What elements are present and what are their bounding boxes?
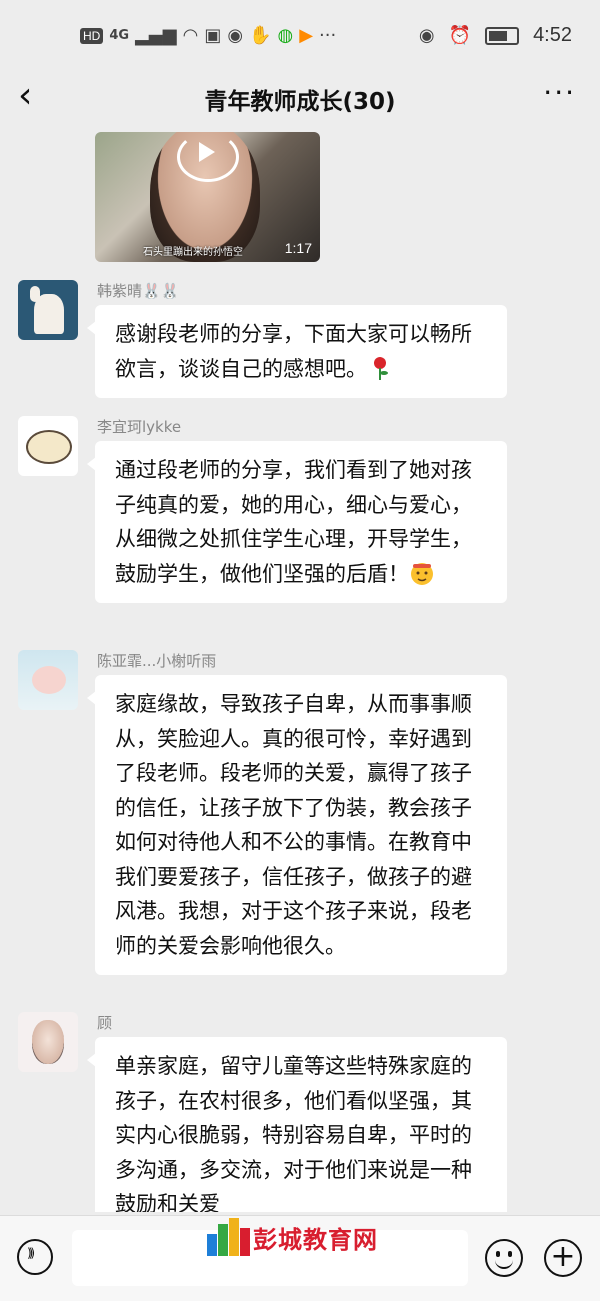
sender-name: 韩紫晴🐰🐰 — [97, 282, 180, 300]
avatar[interactable] — [18, 650, 78, 710]
more-notifications-icon: ··· — [319, 25, 337, 46]
salute-emoji-icon — [411, 562, 433, 585]
hd-badge: HD — [80, 28, 104, 44]
hand-icon: ✋ — [249, 25, 272, 46]
smiley-icon[interactable] — [485, 1239, 523, 1277]
watermark-logo: 彭城教育网 — [205, 1212, 405, 1262]
battery-icon — [485, 26, 520, 45]
sender-name: 顾 — [97, 1014, 113, 1032]
chat-history[interactable]: 石头里蹦出来的孙悟空 1:17 韩紫晴🐰🐰 感谢段老师的分享，下面大家可以畅所欲… — [0, 132, 600, 1212]
play-triangle-icon — [199, 142, 215, 162]
nav-bar: ‹ 青年教师成长(30) ··· — [0, 72, 600, 126]
qq-icon: ◉ — [227, 25, 244, 46]
message-text: 家庭缘故，导致孩子自卑，从而事事顺从，笑脸迎人。真的很可怜，幸好遇到了段老师。段… — [115, 692, 472, 958]
status-bar: HD 4G ▂▄▆ ◠ ▣ ◉ ✋ ◍ ▶ ··· ◉ ⏰ 4:52 — [0, 0, 600, 72]
more-icon[interactable]: ··· — [543, 76, 576, 109]
sender-name: 陈亚霏...小榭听雨 — [97, 652, 217, 670]
signal-bars-icon: ▂▄▆ — [135, 25, 177, 46]
message-text: 感谢段老师的分享，下面大家可以畅所欲言，谈谈自己的感想吧。 — [115, 322, 472, 381]
message-bubble[interactable]: 通过段老师的分享，我们看到了她对孩子纯真的爱，她的用心，细心与爱心，从细微之处抓… — [87, 441, 507, 603]
video-app-icon: ▶ — [299, 25, 314, 46]
status-right-icons: ◉ ⏰ 4:52 — [419, 24, 572, 47]
status-left-icons: HD 4G ▂▄▆ ◠ ▣ ◉ ✋ ◍ ▶ ··· — [80, 26, 336, 46]
rose-emoji-icon — [374, 356, 388, 380]
video-message[interactable]: 石头里蹦出来的孙悟空 1:17 — [95, 132, 320, 262]
eye-icon: ◉ — [418, 24, 435, 46]
avatar[interactable] — [18, 1012, 78, 1072]
wifi-icon: ◠ — [182, 25, 199, 46]
app-notification-icon: ▣ — [204, 25, 222, 46]
plus-icon[interactable]: + — [544, 1239, 582, 1277]
video-duration: 1:17 — [284, 240, 312, 256]
sender-name: 李宜珂lykke — [97, 418, 182, 436]
watermark-text: 彭城教育网 — [253, 1226, 378, 1254]
voice-icon[interactable] — [17, 1239, 53, 1275]
message-text: 单亲家庭，留守儿童等这些特殊家庭的孩子，在农村很多，他们看似坚强，其实内心很脆弱… — [115, 1054, 472, 1212]
chat-title: 青年教师成长(30) — [204, 89, 396, 115]
avatar[interactable] — [18, 416, 78, 476]
message-bubble[interactable]: 感谢段老师的分享，下面大家可以畅所欲言，谈谈自己的感想吧。 — [87, 305, 507, 398]
video-caption: 石头里蹦出来的孙悟空 — [143, 247, 243, 258]
clock: 4:52 — [533, 24, 572, 46]
chat-app-icon: ◍ — [277, 25, 294, 46]
signal-icon: 4G — [109, 28, 130, 43]
alarm-icon: ⏰ — [448, 24, 472, 46]
avatar[interactable] — [18, 280, 78, 340]
message-bubble[interactable]: 家庭缘故，导致孩子自卑，从而事事顺从，笑脸迎人。真的很可怜，幸好遇到了段老师。段… — [87, 675, 507, 975]
message-bubble[interactable]: 单亲家庭，留守儿童等这些特殊家庭的孩子，在农村很多，他们看似坚强，其实内心很脆弱… — [87, 1037, 507, 1212]
book-logo-icon — [205, 1216, 250, 1256]
